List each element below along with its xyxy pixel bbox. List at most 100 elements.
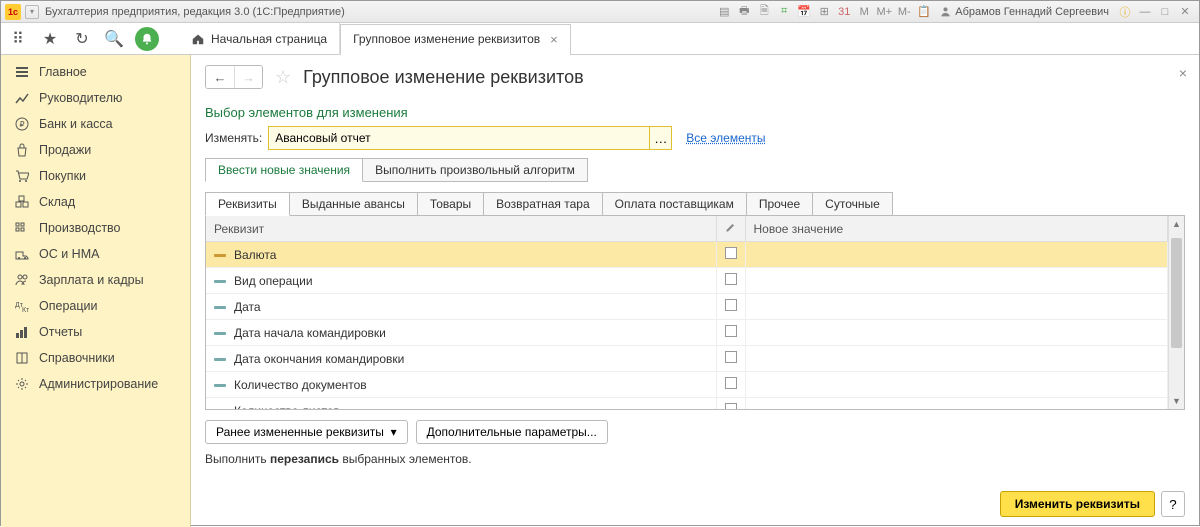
row-checkbox[interactable] <box>725 299 737 311</box>
table-row[interactable]: Количество документов <box>206 372 1168 398</box>
grid-icon[interactable]: ⊞ <box>815 4 833 20</box>
titlebar: 1c ▾ Бухгалтерия предприятия, редакция 3… <box>1 1 1199 23</box>
section-title: Выбор элементов для изменения <box>205 105 1185 120</box>
tab-group-change[interactable]: Групповое изменение реквизитов × <box>340 24 571 56</box>
scroll-down-icon[interactable]: ▼ <box>1169 393 1184 409</box>
sub-tab-4[interactable]: Оплата поставщикам <box>602 192 747 216</box>
history-icon[interactable]: ↻ <box>71 28 93 50</box>
sidebar-item-6[interactable]: Производство <box>1 215 190 241</box>
page-close-icon[interactable]: × <box>1179 65 1187 81</box>
sub-tab-2[interactable]: Товары <box>417 192 484 216</box>
row-icon <box>214 358 226 361</box>
nav-forward-button[interactable]: → <box>234 66 262 88</box>
col-requisite[interactable]: Реквизит <box>206 216 716 242</box>
sub-tab-1[interactable]: Выданные авансы <box>289 192 418 216</box>
user-name[interactable]: Абрамов Геннадий Сергеевич <box>940 6 1109 18</box>
mode-tab-0[interactable]: Ввести новые значения <box>205 158 363 182</box>
scroll-thumb[interactable] <box>1171 238 1182 348</box>
table-row[interactable]: Количество листов <box>206 398 1168 410</box>
sub-tab-5[interactable]: Прочее <box>746 192 813 216</box>
row-checkbox[interactable] <box>725 377 737 389</box>
sidebar-item-2[interactable]: ₽Банк и касса <box>1 111 190 137</box>
calc-icon[interactable]: ⌗ <box>775 4 793 20</box>
mail-icon[interactable]: 📅 <box>795 4 813 20</box>
row-checkbox[interactable] <box>725 403 737 409</box>
print-preview-icon[interactable]: ▤ <box>715 4 733 20</box>
row-checkbox[interactable] <box>725 273 737 285</box>
help-button[interactable]: ? <box>1161 491 1185 517</box>
sidebar-item-0[interactable]: Главное <box>1 59 190 85</box>
table-row[interactable]: Дата начала командировки <box>206 320 1168 346</box>
row-icon <box>214 280 226 283</box>
titlebar-dropdown-icon[interactable]: ▾ <box>25 5 39 19</box>
row-checkbox[interactable] <box>725 325 737 337</box>
row-checkbox[interactable] <box>725 351 737 363</box>
sidebar-item-7[interactable]: ОС и НМА <box>1 241 190 267</box>
memory-m-icon[interactable]: M <box>855 4 873 20</box>
sidebar-item-8[interactable]: Зарплата и кадры <box>1 267 190 293</box>
sidebar-item-9[interactable]: ДтКтОперации <box>1 293 190 319</box>
calendar-icon[interactable]: 31 <box>835 4 853 20</box>
nav-history: ← → <box>205 65 263 89</box>
mode-tab-1[interactable]: Выполнить произвольный алгоритм <box>362 158 588 182</box>
change-label: Изменять: <box>205 131 262 145</box>
previous-changes-button[interactable]: Ранее измененные реквизиты ▾ <box>205 420 408 444</box>
ruble-icon: ₽ <box>15 117 29 131</box>
maximize-icon[interactable]: □ <box>1156 4 1174 20</box>
row-icon <box>214 254 226 257</box>
change-input[interactable] <box>269 127 649 149</box>
extra-params-button[interactable]: Дополнительные параметры... <box>416 420 608 444</box>
col-new-value[interactable]: Новое значение <box>745 216 1168 242</box>
favorite-toggle-icon[interactable]: ☆ <box>275 67 291 88</box>
sub-tabs: РеквизитыВыданные авансыТоварыВозвратная… <box>205 192 1185 216</box>
row-icon <box>214 332 226 335</box>
row-checkbox[interactable] <box>725 247 737 259</box>
nav-back-button[interactable]: ← <box>206 66 234 88</box>
cart-icon <box>15 169 29 183</box>
memory-mplus-icon[interactable]: M+ <box>875 4 893 20</box>
close-window-icon[interactable]: ✕ <box>1176 4 1194 20</box>
table-row[interactable]: Вид операции <box>206 268 1168 294</box>
minimize-icon[interactable]: — <box>1136 4 1154 20</box>
notifications-icon[interactable] <box>135 27 159 51</box>
change-select-button[interactable]: … <box>649 127 671 149</box>
sub-tab-0[interactable]: Реквизиты <box>205 192 290 216</box>
sub-tab-6[interactable]: Суточные <box>812 192 893 216</box>
doc-icon[interactable]: 🗎 <box>755 4 773 20</box>
info-icon[interactable]: ⓘ <box>1116 4 1134 20</box>
user-icon <box>940 6 951 17</box>
search-icon[interactable]: 🔍 <box>103 28 125 50</box>
print-icon[interactable]: 🖶 <box>735 4 753 20</box>
memory-mminus-icon[interactable]: M- <box>895 4 913 20</box>
home-icon <box>191 32 205 46</box>
requisites-grid: Реквизит Новое значение ВалютаВид операц… <box>205 215 1185 410</box>
book-icon <box>15 351 29 365</box>
sidebar-item-11[interactable]: Справочники <box>1 345 190 371</box>
sidebar-item-10[interactable]: Отчеты <box>1 319 190 345</box>
apps-icon[interactable]: ⠿ <box>7 28 29 50</box>
sidebar: ГлавноеРуководителю₽Банк и кассаПродажиП… <box>1 55 191 527</box>
scroll-up-icon[interactable]: ▲ <box>1169 216 1184 232</box>
row-icon <box>214 384 226 387</box>
tab-close-icon[interactable]: × <box>550 32 558 47</box>
favorite-icon[interactable]: ★ <box>39 28 61 50</box>
bars-icon <box>15 325 29 339</box>
mode-tabs: Ввести новые значенияВыполнить произволь… <box>205 158 1185 182</box>
sub-tab-3[interactable]: Возвратная тара <box>483 192 603 216</box>
sidebar-item-1[interactable]: Руководителю <box>1 85 190 111</box>
clipboard-icon[interactable]: 📋 <box>915 4 933 20</box>
sidebar-item-3[interactable]: Продажи <box>1 137 190 163</box>
table-row[interactable]: Дата <box>206 294 1168 320</box>
gear-icon <box>15 377 29 391</box>
nav-tabs: Начальная страница Групповое изменение р… <box>179 23 571 55</box>
apply-button[interactable]: Изменить реквизиты <box>1000 491 1155 517</box>
sidebar-item-5[interactable]: Склад <box>1 189 190 215</box>
all-elements-link[interactable]: Все элементы <box>686 131 765 145</box>
tab-home[interactable]: Начальная страница <box>179 23 340 55</box>
sidebar-item-4[interactable]: Покупки <box>1 163 190 189</box>
bag-icon <box>15 143 29 157</box>
grid-scrollbar[interactable]: ▲ ▼ <box>1168 216 1184 409</box>
sidebar-item-12[interactable]: Администрирование <box>1 371 190 397</box>
table-row[interactable]: Дата окончания командировки <box>206 346 1168 372</box>
table-row[interactable]: Валюта <box>206 242 1168 268</box>
